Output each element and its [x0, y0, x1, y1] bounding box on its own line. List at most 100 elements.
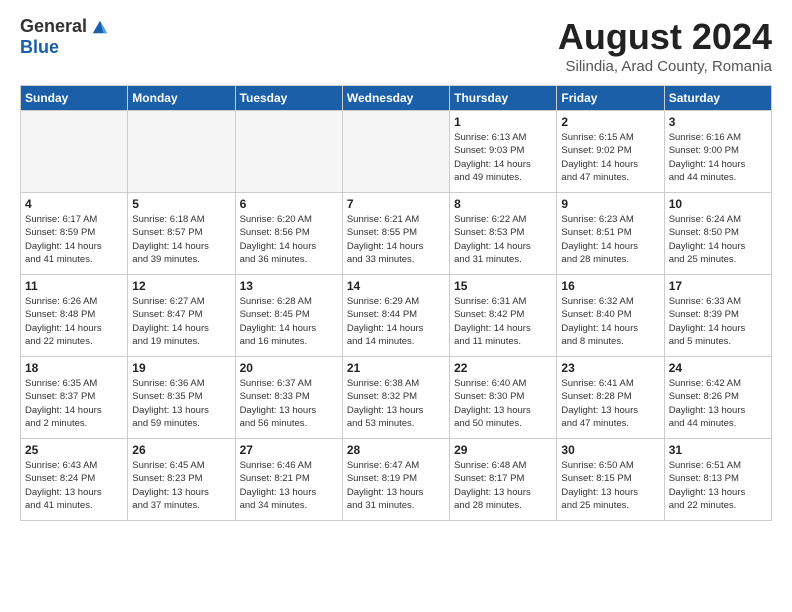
day-cell — [21, 111, 128, 193]
day-number: 28 — [347, 443, 445, 457]
day-number: 8 — [454, 197, 552, 211]
day-cell: 30Sunrise: 6:50 AM Sunset: 8:15 PM Dayli… — [557, 439, 664, 521]
day-number: 12 — [132, 279, 230, 293]
day-info: Sunrise: 6:38 AM Sunset: 8:32 PM Dayligh… — [347, 377, 445, 430]
day-info: Sunrise: 6:46 AM Sunset: 8:21 PM Dayligh… — [240, 459, 338, 512]
calendar-body: 1Sunrise: 6:13 AM Sunset: 9:03 PM Daylig… — [21, 111, 772, 521]
day-info: Sunrise: 6:15 AM Sunset: 9:02 PM Dayligh… — [561, 131, 659, 184]
day-cell: 8 Sunrise: 6:22 AM Sunset: 8:53 PM Daylig… — [450, 193, 557, 275]
day-cell: 25 Sunrise: 6:43 AM Sunset: 8:24 PM Dayli… — [21, 439, 128, 521]
day-cell: 14 Sunrise: 6:29 AM Sunset: 8:44 PM Dayli… — [342, 275, 449, 357]
day-info: Sunrise: 6:40 AM Sunset: 8:30 PM Dayligh… — [454, 377, 552, 430]
day-info: Sunrise: 6:43 AM Sunset: 8:24 PM Dayligh… — [25, 459, 123, 512]
day-cell: 26 Sunrise: 6:45 AM Sunset: 8:23 PM Dayli… — [128, 439, 235, 521]
day-cell: 31 Sunrise: 6:51 AM Sunset: 8:13 PM Dayli… — [664, 439, 771, 521]
day-cell: 4Sunrise: 6:17 AM Sunset: 8:59 PM Daylig… — [21, 193, 128, 275]
day-cell — [235, 111, 342, 193]
day-info: Sunrise: 6:24 AM Sunset: 8:50 PM Dayligh… — [669, 213, 767, 266]
day-number: 9 — [561, 197, 659, 211]
day-info: Sunrise: 6:37 AM Sunset: 8:33 PM Dayligh… — [240, 377, 338, 430]
day-number: 1 — [454, 115, 552, 129]
day-number: 16 — [561, 279, 659, 293]
day-info: Sunrise: 6:41 AM Sunset: 8:28 PM Dayligh… — [561, 377, 659, 430]
day-info: Sunrise: 6:26 AM Sunset: 8:48 PM Dayligh… — [25, 295, 123, 348]
day-cell: 5 Sunrise: 6:18 AM Sunset: 8:57 PM Daylig… — [128, 193, 235, 275]
day-info: Sunrise: 6:42 AM Sunset: 8:26 PM Dayligh… — [669, 377, 767, 430]
day-info: Sunrise: 6:22 AM Sunset: 8:53 PM Dayligh… — [454, 213, 552, 266]
day-info: Sunrise: 6:18 AM Sunset: 8:57 PM Dayligh… — [132, 213, 230, 266]
day-number: 27 — [240, 443, 338, 457]
day-number: 19 — [132, 361, 230, 375]
day-cell: 7Sunrise: 6:21 AM Sunset: 8:55 PM Daylig… — [342, 193, 449, 275]
day-cell: 23 Sunrise: 6:41 AM Sunset: 8:28 PM Dayli… — [557, 357, 664, 439]
day-cell — [128, 111, 235, 193]
day-cell: 19 Sunrise: 6:36 AM Sunset: 8:35 PM Dayli… — [128, 357, 235, 439]
day-number: 15 — [454, 279, 552, 293]
day-cell: 10 Sunrise: 6:24 AM Sunset: 8:50 PM Dayli… — [664, 193, 771, 275]
day-cell: 27 Sunrise: 6:46 AM Sunset: 8:21 PM Dayli… — [235, 439, 342, 521]
day-header-monday: Monday — [128, 86, 235, 111]
day-number: 17 — [669, 279, 767, 293]
calendar-header: SundayMondayTuesdayWednesdayThursdayFrid… — [21, 86, 772, 111]
calendar: SundayMondayTuesdayWednesdayThursdayFrid… — [20, 85, 772, 521]
day-number: 2 — [561, 115, 659, 129]
day-number: 22 — [454, 361, 552, 375]
day-info: Sunrise: 6:31 AM Sunset: 8:42 PM Dayligh… — [454, 295, 552, 348]
day-cell: 17Sunrise: 6:33 AM Sunset: 8:39 PM Dayli… — [664, 275, 771, 357]
day-cell: 13Sunrise: 6:28 AM Sunset: 8:45 PM Dayli… — [235, 275, 342, 357]
day-info: Sunrise: 6:47 AM Sunset: 8:19 PM Dayligh… — [347, 459, 445, 512]
title-block: August 2024 Silindia, Arad County, Roman… — [558, 16, 772, 75]
day-number: 5 — [132, 197, 230, 211]
day-cell: 6Sunrise: 6:20 AM Sunset: 8:56 PM Daylig… — [235, 193, 342, 275]
day-cell: 3 Sunrise: 6:16 AM Sunset: 9:00 PM Daylig… — [664, 111, 771, 193]
day-number: 23 — [561, 361, 659, 375]
day-cell: 12 Sunrise: 6:27 AM Sunset: 8:47 PM Dayli… — [128, 275, 235, 357]
day-number: 26 — [132, 443, 230, 457]
day-info: Sunrise: 6:21 AM Sunset: 8:55 PM Dayligh… — [347, 213, 445, 266]
week-row-2: 4Sunrise: 6:17 AM Sunset: 8:59 PM Daylig… — [21, 193, 772, 275]
day-cell: 29Sunrise: 6:48 AM Sunset: 8:17 PM Dayli… — [450, 439, 557, 521]
day-info: Sunrise: 6:51 AM Sunset: 8:13 PM Dayligh… — [669, 459, 767, 512]
day-cell: 2 Sunrise: 6:15 AM Sunset: 9:02 PM Daylig… — [557, 111, 664, 193]
day-number: 14 — [347, 279, 445, 293]
day-info: Sunrise: 6:29 AM Sunset: 8:44 PM Dayligh… — [347, 295, 445, 348]
day-cell: 18 Sunrise: 6:35 AM Sunset: 8:37 PM Dayli… — [21, 357, 128, 439]
day-cell: 15 Sunrise: 6:31 AM Sunset: 8:42 PM Dayli… — [450, 275, 557, 357]
day-info: Sunrise: 6:23 AM Sunset: 8:51 PM Dayligh… — [561, 213, 659, 266]
day-info: Sunrise: 6:36 AM Sunset: 8:35 PM Dayligh… — [132, 377, 230, 430]
week-row-4: 18 Sunrise: 6:35 AM Sunset: 8:37 PM Dayli… — [21, 357, 772, 439]
day-cell: 24 Sunrise: 6:42 AM Sunset: 8:26 PM Dayli… — [664, 357, 771, 439]
day-number: 25 — [25, 443, 123, 457]
day-number: 31 — [669, 443, 767, 457]
day-info: Sunrise: 6:48 AM Sunset: 8:17 PM Dayligh… — [454, 459, 552, 512]
page: General Blue August 2024 Silindia, Arad … — [0, 0, 792, 612]
day-cell — [342, 111, 449, 193]
day-info: Sunrise: 6:35 AM Sunset: 8:37 PM Dayligh… — [25, 377, 123, 430]
week-row-1: 1Sunrise: 6:13 AM Sunset: 9:03 PM Daylig… — [21, 111, 772, 193]
day-number: 11 — [25, 279, 123, 293]
day-header-friday: Friday — [557, 86, 664, 111]
day-info: Sunrise: 6:32 AM Sunset: 8:40 PM Dayligh… — [561, 295, 659, 348]
days-row: SundayMondayTuesdayWednesdayThursdayFrid… — [21, 86, 772, 111]
day-header-tuesday: Tuesday — [235, 86, 342, 111]
day-number: 10 — [669, 197, 767, 211]
day-number: 3 — [669, 115, 767, 129]
week-row-5: 25 Sunrise: 6:43 AM Sunset: 8:24 PM Dayli… — [21, 439, 772, 521]
day-number: 20 — [240, 361, 338, 375]
day-cell: 9 Sunrise: 6:23 AM Sunset: 8:51 PM Daylig… — [557, 193, 664, 275]
day-info: Sunrise: 6:50 AM Sunset: 8:15 PM Dayligh… — [561, 459, 659, 512]
day-header-saturday: Saturday — [664, 86, 771, 111]
day-info: Sunrise: 6:28 AM Sunset: 8:45 PM Dayligh… — [240, 295, 338, 348]
logo-blue-text: Blue — [20, 37, 59, 58]
subtitle: Silindia, Arad County, Romania — [558, 58, 772, 75]
day-header-wednesday: Wednesday — [342, 86, 449, 111]
day-cell: 21Sunrise: 6:38 AM Sunset: 8:32 PM Dayli… — [342, 357, 449, 439]
day-number: 18 — [25, 361, 123, 375]
day-number: 24 — [669, 361, 767, 375]
day-info: Sunrise: 6:17 AM Sunset: 8:59 PM Dayligh… — [25, 213, 123, 266]
day-header-sunday: Sunday — [21, 86, 128, 111]
day-info: Sunrise: 6:16 AM Sunset: 9:00 PM Dayligh… — [669, 131, 767, 184]
day-header-thursday: Thursday — [450, 86, 557, 111]
day-info: Sunrise: 6:45 AM Sunset: 8:23 PM Dayligh… — [132, 459, 230, 512]
day-info: Sunrise: 6:27 AM Sunset: 8:47 PM Dayligh… — [132, 295, 230, 348]
